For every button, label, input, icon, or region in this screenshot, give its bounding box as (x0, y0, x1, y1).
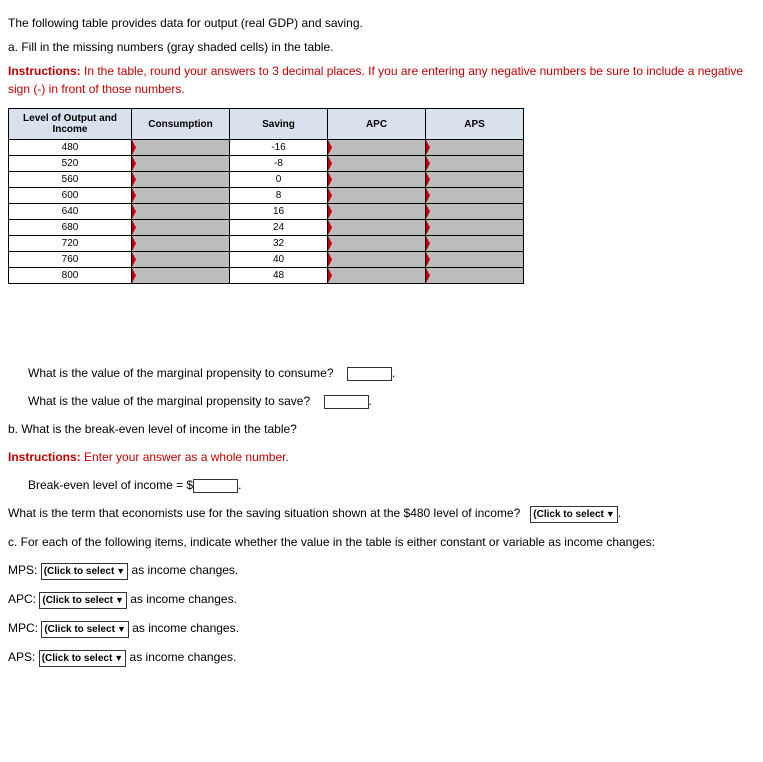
part-c-text: c. For each of the following items, indi… (8, 533, 755, 551)
header-consumption: Consumption (132, 109, 230, 140)
data-table: Level of Output and Income Consumption S… (8, 108, 524, 284)
header-aps: APS (426, 109, 524, 140)
instructions-label: Instructions: (8, 64, 81, 78)
instructions-a-text: In the table, round your answers to 3 de… (8, 64, 743, 96)
cell-saving: 32 (230, 236, 328, 252)
cell-consumption-input[interactable] (132, 188, 230, 204)
instructions-b: Instructions: Enter your answer as a who… (8, 448, 755, 466)
cell-aps-input[interactable] (426, 236, 524, 252)
cell-income: 720 (9, 236, 132, 252)
cell-income: 600 (9, 188, 132, 204)
cell-aps-input[interactable] (426, 156, 524, 172)
cell-aps-input[interactable] (426, 252, 524, 268)
question-mpc: What is the value of the marginal propen… (28, 364, 755, 382)
chevron-down-icon: ▼ (115, 594, 124, 608)
part-b-text: b. What is the break-even level of incom… (8, 420, 755, 438)
cell-apc-input[interactable] (328, 252, 426, 268)
cell-apc-input[interactable] (328, 220, 426, 236)
cell-saving: 0 (230, 172, 328, 188)
aps-select[interactable]: (Click to select▼ (39, 650, 127, 667)
cell-income: 760 (9, 252, 132, 268)
cell-aps-input[interactable] (426, 188, 524, 204)
cell-aps-input[interactable] (426, 172, 524, 188)
cell-consumption-input[interactable] (132, 252, 230, 268)
cell-consumption-input[interactable] (132, 156, 230, 172)
cell-saving: 24 (230, 220, 328, 236)
cell-income: 520 (9, 156, 132, 172)
cell-apc-input[interactable] (328, 268, 426, 284)
part-a-text: a. Fill in the missing numbers (gray sha… (8, 38, 755, 56)
cell-apc-input[interactable] (328, 204, 426, 220)
cell-apc-input[interactable] (328, 140, 426, 156)
instructions-a: Instructions: In the table, round your a… (8, 62, 755, 98)
chevron-down-icon: ▼ (117, 623, 126, 637)
cell-income: 560 (9, 172, 132, 188)
header-income: Level of Output and Income (9, 109, 132, 140)
cell-income: 480 (9, 140, 132, 156)
header-apc: APC (328, 109, 426, 140)
cell-apc-input[interactable] (328, 236, 426, 252)
cell-aps-input[interactable] (426, 268, 524, 284)
term-select[interactable]: (Click to select▼ (530, 506, 618, 523)
cell-consumption-input[interactable] (132, 140, 230, 156)
cell-consumption-input[interactable] (132, 204, 230, 220)
cell-saving: -16 (230, 140, 328, 156)
cell-consumption-input[interactable] (132, 172, 230, 188)
cell-consumption-input[interactable] (132, 268, 230, 284)
mps-line: MPS: (Click to select▼ as income changes… (8, 561, 755, 580)
cell-saving: -8 (230, 156, 328, 172)
aps-line: APS: (Click to select▼ as income changes… (8, 648, 755, 667)
mpc-input[interactable] (347, 367, 392, 381)
cell-aps-input[interactable] (426, 220, 524, 236)
cell-apc-input[interactable] (328, 156, 426, 172)
cell-aps-input[interactable] (426, 140, 524, 156)
cell-consumption-input[interactable] (132, 236, 230, 252)
mps-select[interactable]: (Click to select▼ (41, 563, 129, 580)
intro-text: The following table provides data for ou… (8, 14, 755, 32)
cell-apc-input[interactable] (328, 188, 426, 204)
chevron-down-icon: ▼ (114, 652, 123, 666)
cell-saving: 8 (230, 188, 328, 204)
question-mps: What is the value of the marginal propen… (28, 392, 755, 410)
mpc-select[interactable]: (Click to select▼ (41, 621, 129, 638)
mpc-line: MPC: (Click to select▼ as income changes… (8, 619, 755, 638)
cell-income: 640 (9, 204, 132, 220)
header-saving: Saving (230, 109, 328, 140)
cell-saving: 16 (230, 204, 328, 220)
breakeven-input[interactable] (193, 479, 238, 493)
chevron-down-icon: ▼ (606, 508, 615, 522)
cell-aps-input[interactable] (426, 204, 524, 220)
cell-consumption-input[interactable] (132, 220, 230, 236)
mps-input[interactable] (324, 395, 369, 409)
term-question: What is the term that economists use for… (8, 504, 755, 523)
breakeven-line: Break-even level of income = $. (28, 476, 755, 494)
cell-income: 680 (9, 220, 132, 236)
apc-line: APC: (Click to select▼ as income changes… (8, 590, 755, 609)
cell-saving: 40 (230, 252, 328, 268)
cell-saving: 48 (230, 268, 328, 284)
apc-select[interactable]: (Click to select▼ (39, 592, 127, 609)
cell-apc-input[interactable] (328, 172, 426, 188)
cell-income: 800 (9, 268, 132, 284)
chevron-down-icon: ▼ (116, 565, 125, 579)
